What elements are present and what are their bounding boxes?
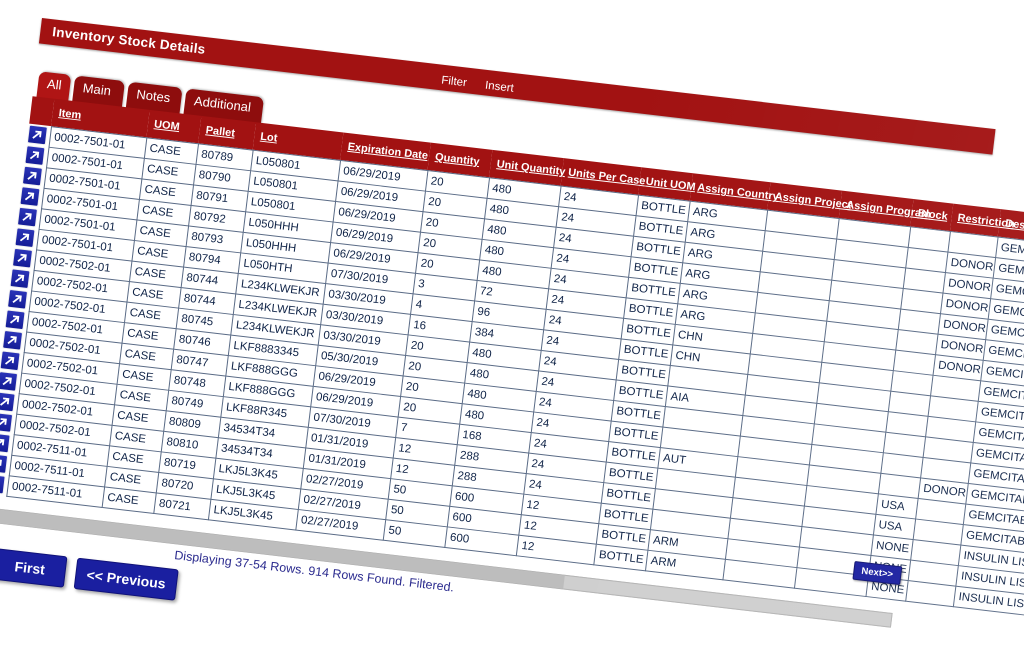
grid-header-label: Unit Quantity — [495, 158, 567, 179]
page-title: Inventory Stock Details — [51, 24, 207, 57]
open-arrow-icon[interactable] — [24, 145, 46, 166]
row-action-cell — [9, 267, 33, 290]
open-arrow-icon[interactable] — [0, 432, 11, 454]
grid-header-label: Units Per Case — [567, 166, 647, 188]
row-action-cell — [2, 329, 26, 352]
grid-header-label: Lot — [259, 131, 278, 145]
open-arrow-icon[interactable] — [4, 309, 26, 331]
open-arrow-icon[interactable] — [0, 453, 9, 474]
grid-header-label: Item — [57, 107, 82, 122]
grid-header-label: Pallet — [204, 124, 236, 140]
screen: Inventory Stock Details Filter Insert Al… — [0, 0, 1024, 652]
table-cell — [905, 580, 956, 607]
row-action-cell — [11, 247, 36, 270]
open-arrow-icon[interactable] — [14, 227, 36, 249]
filter-link[interactable]: Filter — [441, 75, 468, 90]
open-arrow-icon[interactable] — [16, 206, 39, 228]
grid-header-label: Quantity — [434, 151, 481, 169]
row-action-cell — [0, 349, 24, 372]
row-action-cell — [14, 226, 38, 249]
grid-header-label: UOM — [153, 118, 181, 134]
open-arrow-icon[interactable] — [11, 247, 34, 269]
open-arrow-icon[interactable] — [0, 412, 14, 433]
title-bar-actions: Filter Insert — [440, 71, 528, 99]
row-action-cell — [0, 370, 21, 393]
open-arrow-icon[interactable] — [0, 391, 16, 413]
grid-header-label: Description — [1004, 217, 1024, 237]
row-action-cell — [6, 288, 31, 311]
open-arrow-icon[interactable] — [2, 329, 24, 351]
open-arrow-icon[interactable] — [19, 186, 41, 207]
grid-header-label: Block — [917, 207, 949, 223]
open-arrow-icon[interactable] — [0, 473, 6, 495]
open-arrow-icon[interactable] — [6, 288, 29, 310]
open-arrow-icon[interactable] — [9, 268, 31, 290]
row-action-cell — [21, 165, 46, 188]
open-arrow-icon[interactable] — [0, 371, 19, 392]
grid-header-label: Assign Project — [774, 191, 853, 212]
grid-header-label: Unit UOM — [644, 175, 697, 194]
row-action-cell — [4, 308, 28, 331]
grid-header-label: Assign Country — [696, 182, 780, 204]
row-action-cell — [19, 185, 43, 208]
open-arrow-icon[interactable] — [21, 165, 44, 187]
open-arrow-icon[interactable] — [0, 350, 21, 372]
grid-header-label: Expiration Date — [346, 141, 429, 163]
inventory-stock-details-window: Inventory Stock Details Filter Insert Al… — [0, 18, 1024, 652]
insert-link[interactable]: Insert — [484, 80, 514, 95]
open-arrow-icon[interactable] — [26, 124, 48, 146]
row-action-cell — [16, 206, 41, 229]
previous-page-button[interactable]: << Previous — [73, 557, 179, 601]
row-action-cell — [24, 144, 48, 167]
row-action-cell — [26, 124, 51, 147]
first-page-button[interactable]: First — [0, 548, 68, 588]
